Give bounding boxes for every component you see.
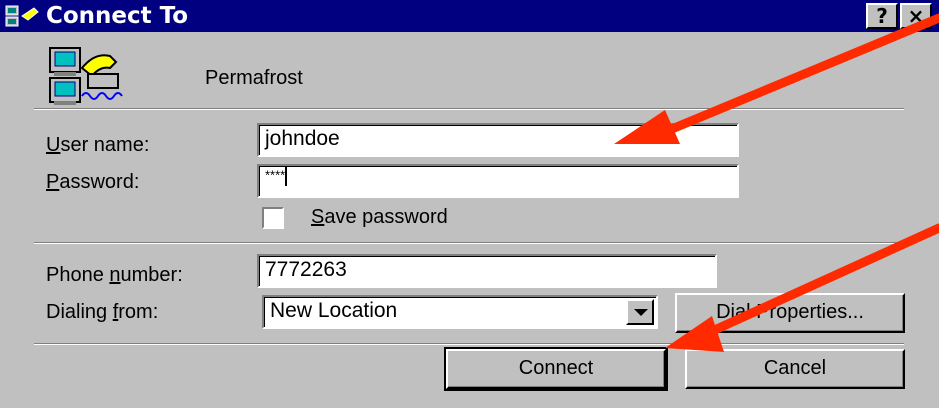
dial-up-networking-icon — [5, 5, 39, 27]
window-title: Connect To — [46, 3, 189, 29]
save-password-checkbox[interactable] — [262, 207, 284, 229]
text-cursor — [285, 166, 288, 186]
separator — [34, 343, 904, 345]
connection-name: Permafrost — [205, 67, 303, 89]
dialing-label-prefix: Dialing — [46, 301, 113, 323]
username-label-text: ser name: — [60, 134, 150, 156]
dial-properties-button[interactable]: Dial Properties... — [675, 293, 905, 333]
dialing-label-rest: rom: — [118, 301, 159, 323]
dialing-from-dropdown[interactable]: New Location — [262, 295, 658, 329]
help-button[interactable]: ? — [866, 3, 898, 29]
connect-to-dialog: Connect To ? × Permafrost User name: joh… — [0, 0, 939, 408]
phone-label-accelerator: n — [109, 264, 121, 286]
annotation-arrows — [614, 13, 939, 352]
chevron-down-icon[interactable] — [626, 299, 654, 325]
title-bar[interactable]: Connect To ? × — [0, 0, 939, 32]
dialing-from-label: Dialing from: — [46, 300, 158, 324]
username-field[interactable]: johndoe — [257, 123, 739, 157]
separator — [34, 108, 904, 110]
password-label-text: assword: — [59, 171, 140, 193]
phone-number-label: Phone number: — [46, 263, 183, 287]
close-button[interactable]: × — [900, 3, 932, 29]
phone-label-prefix: Phone — [46, 264, 110, 286]
phone-label-rest: umber: — [120, 264, 183, 286]
dial-up-networking-icon — [49, 47, 123, 105]
save-password-label[interactable]: Save password — [311, 205, 448, 229]
dialing-from-value: New Location — [270, 299, 398, 322]
password-label-accelerator: P — [46, 171, 60, 193]
password-mask: **** — [265, 167, 286, 183]
annotation-arrow — [665, 223, 939, 352]
username-label-accelerator: U — [46, 134, 61, 156]
save-password-label-text: ave password — [324, 206, 448, 228]
connect-button[interactable]: Connect — [444, 347, 668, 391]
username-label: User name: — [46, 133, 149, 157]
save-password-accelerator: S — [311, 206, 325, 228]
cancel-button[interactable]: Cancel — [685, 349, 905, 389]
separator — [34, 242, 904, 244]
phone-number-field[interactable]: 7772263 — [257, 254, 717, 288]
password-field[interactable]: **** — [257, 164, 739, 198]
password-label: Password: — [46, 170, 139, 194]
